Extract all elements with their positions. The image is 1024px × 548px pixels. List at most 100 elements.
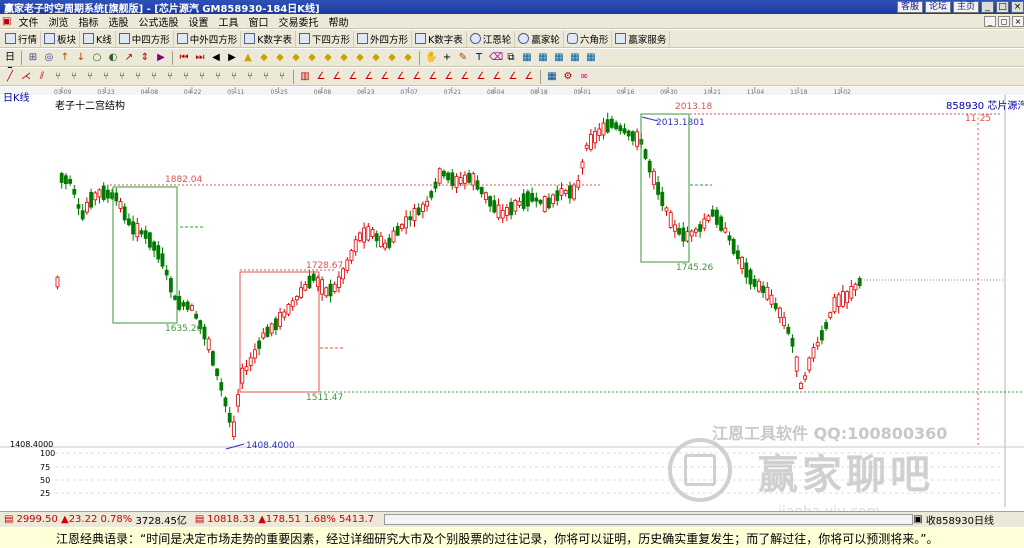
- bar-chart-icon[interactable]: ▥: [299, 71, 311, 83]
- fork-icon[interactable]: ⑂: [260, 71, 272, 83]
- tool-number-table-1[interactable]: K数字表: [241, 30, 297, 47]
- fork-icon[interactable]: ⑂: [228, 71, 240, 83]
- diamond-icon[interactable]: ◆: [354, 52, 366, 64]
- diamond-icon[interactable]: ◆: [322, 52, 334, 64]
- menu-file[interactable]: 文件: [13, 14, 43, 29]
- diamond-icon[interactable]: ◆: [290, 52, 302, 64]
- tool-winner-wheel[interactable]: 赢家轮: [515, 30, 564, 47]
- diamond-icon[interactable]: ◆: [274, 52, 286, 64]
- diamond-icon[interactable]: ◆: [338, 52, 350, 64]
- angle-icon[interactable]: ∠: [443, 71, 455, 83]
- circle-icon[interactable]: ○: [91, 52, 103, 64]
- tool-sector[interactable]: 板块: [41, 30, 81, 47]
- fork-icon[interactable]: ⑂: [68, 71, 80, 83]
- ray-icon[interactable]: ↗: [123, 52, 135, 64]
- play-icon[interactable]: ▶: [155, 52, 167, 64]
- fork-icon[interactable]: ⑂: [148, 71, 160, 83]
- tool-quotes[interactable]: 行情: [2, 30, 42, 47]
- settings-icon[interactable]: ⚙: [562, 71, 574, 83]
- diamond-icon[interactable]: ◆: [402, 52, 414, 64]
- fork-icon[interactable]: ⑂: [196, 71, 208, 83]
- grid-icon[interactable]: ▦: [537, 52, 549, 64]
- close-button[interactable]: ×: [1011, 1, 1024, 13]
- app-icon[interactable]: ▣: [0, 16, 13, 27]
- tool-number-table-2[interactable]: K数字表: [412, 30, 467, 47]
- menu-select-stock[interactable]: 选股: [103, 14, 133, 29]
- grid-icon[interactable]: ▦: [585, 52, 597, 64]
- last-icon[interactable]: ⏭: [194, 52, 206, 64]
- fork-icon[interactable]: ⑂: [244, 71, 256, 83]
- diamond-icon[interactable]: ◆: [370, 52, 382, 64]
- menu-indicator[interactable]: 指标: [73, 14, 103, 29]
- index1[interactable]: ▤ 2999.50 ▲23.22 0.78% 3728.45亿: [0, 512, 191, 527]
- diamond-icon[interactable]: ◆: [306, 52, 318, 64]
- angle-icon[interactable]: ∠: [459, 71, 471, 83]
- arrow-up-icon[interactable]: ↑: [59, 52, 71, 64]
- channel-icon[interactable]: ⫽: [36, 71, 48, 83]
- first-icon[interactable]: ⏮: [178, 52, 190, 64]
- angle-icon[interactable]: ∠: [379, 71, 391, 83]
- menu-tools[interactable]: 工具: [213, 14, 243, 29]
- fork-icon[interactable]: ⑂: [180, 71, 192, 83]
- fork-icon[interactable]: ⑂: [116, 71, 128, 83]
- right-icon[interactable]: ▶: [226, 52, 238, 64]
- tool-winner-service[interactable]: 赢家服务: [612, 30, 671, 47]
- pencil-icon[interactable]: ✎: [457, 52, 469, 64]
- tool-square-mid[interactable]: 中四方形: [116, 30, 174, 47]
- fan-icon[interactable]: ⋌: [20, 71, 32, 83]
- angle-icon[interactable]: ∠: [363, 71, 375, 83]
- arrow-down-icon[interactable]: ↓: [75, 52, 87, 64]
- horizontal-scrollbar[interactable]: [384, 514, 914, 525]
- fork-icon[interactable]: ⑂: [52, 71, 64, 83]
- cycle-icon[interactable]: ◎: [43, 52, 55, 64]
- angle-icon[interactable]: ∠: [507, 71, 519, 83]
- maximize-button[interactable]: □: [996, 1, 1009, 13]
- angle-icon[interactable]: ∠: [331, 71, 343, 83]
- fork-icon[interactable]: ⑂: [84, 71, 96, 83]
- hand-icon[interactable]: ✋: [425, 52, 437, 64]
- angle-icon[interactable]: ∠: [523, 71, 535, 83]
- fork-icon[interactable]: ⑂: [164, 71, 176, 83]
- link-zhuye[interactable]: 主页: [952, 1, 979, 13]
- mdi-close-button[interactable]: ×: [1012, 15, 1024, 27]
- tool-square-outer[interactable]: 外四方形: [354, 30, 413, 47]
- infinity-icon[interactable]: ∞: [578, 71, 590, 83]
- tool-kline[interactable]: K线: [80, 30, 116, 47]
- tool-hexagon[interactable]: 六角形: [564, 30, 613, 47]
- fork-icon[interactable]: ⑂: [276, 71, 288, 83]
- angle-icon[interactable]: ∠: [427, 71, 439, 83]
- angle-icon[interactable]: ∠: [315, 71, 327, 83]
- text-icon[interactable]: T: [473, 52, 485, 64]
- cross-icon[interactable]: +: [441, 52, 453, 64]
- half-circle-icon[interactable]: ◐: [107, 52, 119, 64]
- line-tool-icon[interactable]: ╱: [4, 71, 16, 83]
- mdi-minimize-button[interactable]: _: [984, 15, 996, 27]
- tool-square-outer-mid[interactable]: 中外四方形: [174, 30, 242, 47]
- table-icon[interactable]: ▦: [546, 71, 558, 83]
- angle-icon[interactable]: ∠: [491, 71, 503, 83]
- angle-icon[interactable]: ∠: [411, 71, 423, 83]
- angle-icon[interactable]: ∠: [347, 71, 359, 83]
- angle-icon[interactable]: ∠: [475, 71, 487, 83]
- copy-icon[interactable]: ⧉: [505, 52, 517, 64]
- link-luntan[interactable]: 论坛: [924, 1, 951, 13]
- menu-settings[interactable]: 设置: [183, 14, 213, 29]
- menu-formula-select[interactable]: 公式选股: [133, 14, 183, 29]
- menu-trade[interactable]: 交易委托: [273, 14, 323, 29]
- grid-icon[interactable]: ▦: [569, 52, 581, 64]
- up-triangle-icon[interactable]: ▲: [242, 52, 254, 64]
- menu-help[interactable]: 帮助: [323, 14, 353, 29]
- period-dropdown-icon[interactable]: 日▾: [4, 52, 16, 75]
- vertical-icon[interactable]: ⇕: [139, 52, 151, 64]
- grid-icon[interactable]: ▦: [553, 52, 565, 64]
- left-icon[interactable]: ◀: [210, 52, 222, 64]
- menu-window[interactable]: 窗口: [243, 14, 273, 29]
- fork-icon[interactable]: ⑂: [212, 71, 224, 83]
- angle-icon[interactable]: ∠: [395, 71, 407, 83]
- minimize-button[interactable]: _: [981, 1, 994, 13]
- diamond-icon[interactable]: ◆: [386, 52, 398, 64]
- tool-gann-wheel[interactable]: 江恩轮: [467, 30, 516, 47]
- eraser-icon[interactable]: ⌫: [489, 52, 503, 64]
- tool-square-lower[interactable]: 下四方形: [296, 30, 355, 47]
- link-kefu[interactable]: 客服: [896, 1, 923, 13]
